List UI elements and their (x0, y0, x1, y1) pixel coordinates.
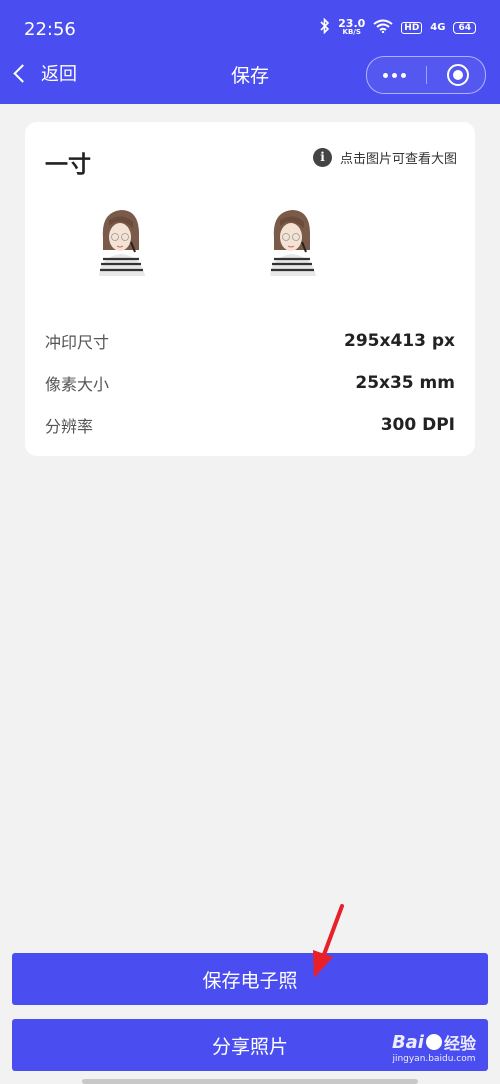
wifi-icon (373, 19, 393, 36)
watermark-brand-suffix: 经验 (443, 1034, 476, 1053)
spec-value: 295x413 px (344, 331, 455, 351)
menu-capsule (366, 56, 486, 94)
spec-value: 25x35 mm (355, 373, 455, 393)
spec-label: 像素大小 (45, 375, 110, 394)
paw-icon (425, 1034, 442, 1050)
spec-row-resolution: 分辨率 300 DPI (45, 410, 455, 440)
hd-badge: HD (401, 21, 423, 34)
network-speed-value: 23.0 (338, 16, 366, 30)
home-indicator (82, 1079, 418, 1084)
bluetooth-icon (320, 17, 330, 37)
spec-label: 分辨率 (45, 417, 94, 436)
spec-label: 冲印尺寸 (45, 333, 110, 352)
hint-text: 点击图片可查看大图 (339, 152, 457, 167)
close-miniprogram-icon[interactable] (447, 64, 469, 86)
status-icons: 23.0 KB/S HD 4G 64 (320, 18, 476, 37)
capsule-divider (426, 66, 427, 84)
watermark-brand: Bai (391, 1031, 424, 1053)
signal-indicator: 4G (430, 22, 446, 33)
spec-row-pixel-size: 像素大小 25x35 mm (45, 368, 455, 398)
info-icon: i (312, 148, 332, 167)
more-icon[interactable] (383, 73, 406, 78)
network-speed: 23.0 KB/S (338, 16, 366, 37)
view-large-hint[interactable]: i 点击图片可查看大图 (312, 148, 457, 167)
watermark-logo: Bai 经验 (392, 1030, 476, 1054)
status-time: 22:56 (24, 19, 76, 40)
watermark-url: jingyan.baidu.com (392, 1054, 476, 1064)
photo-card: 一寸 i 点击图片可查看大图 冲印尺寸 295x413 px 像素大小 25x3… (25, 122, 475, 456)
save-photo-button[interactable]: 保存电子照 (12, 953, 488, 1005)
id-photo-1[interactable] (95, 204, 147, 276)
top-bar: 22:56 23.0 KB/S HD 4G 64 返回 保存 (0, 0, 500, 104)
nav-bar: 返回 保存 (0, 52, 500, 96)
photo-size-title: 一寸 (45, 152, 91, 178)
spec-value: 300 DPI (380, 415, 455, 435)
status-bar: 22:56 23.0 KB/S HD 4G 64 (0, 0, 500, 60)
spec-row-print-size: 冲印尺寸 295x413 px (45, 326, 455, 356)
battery-icon: 64 (453, 21, 476, 34)
id-photo-2[interactable] (266, 204, 318, 276)
baidu-jingyan-watermark: Bai 经验 jingyan.baidu.com (392, 1030, 476, 1065)
